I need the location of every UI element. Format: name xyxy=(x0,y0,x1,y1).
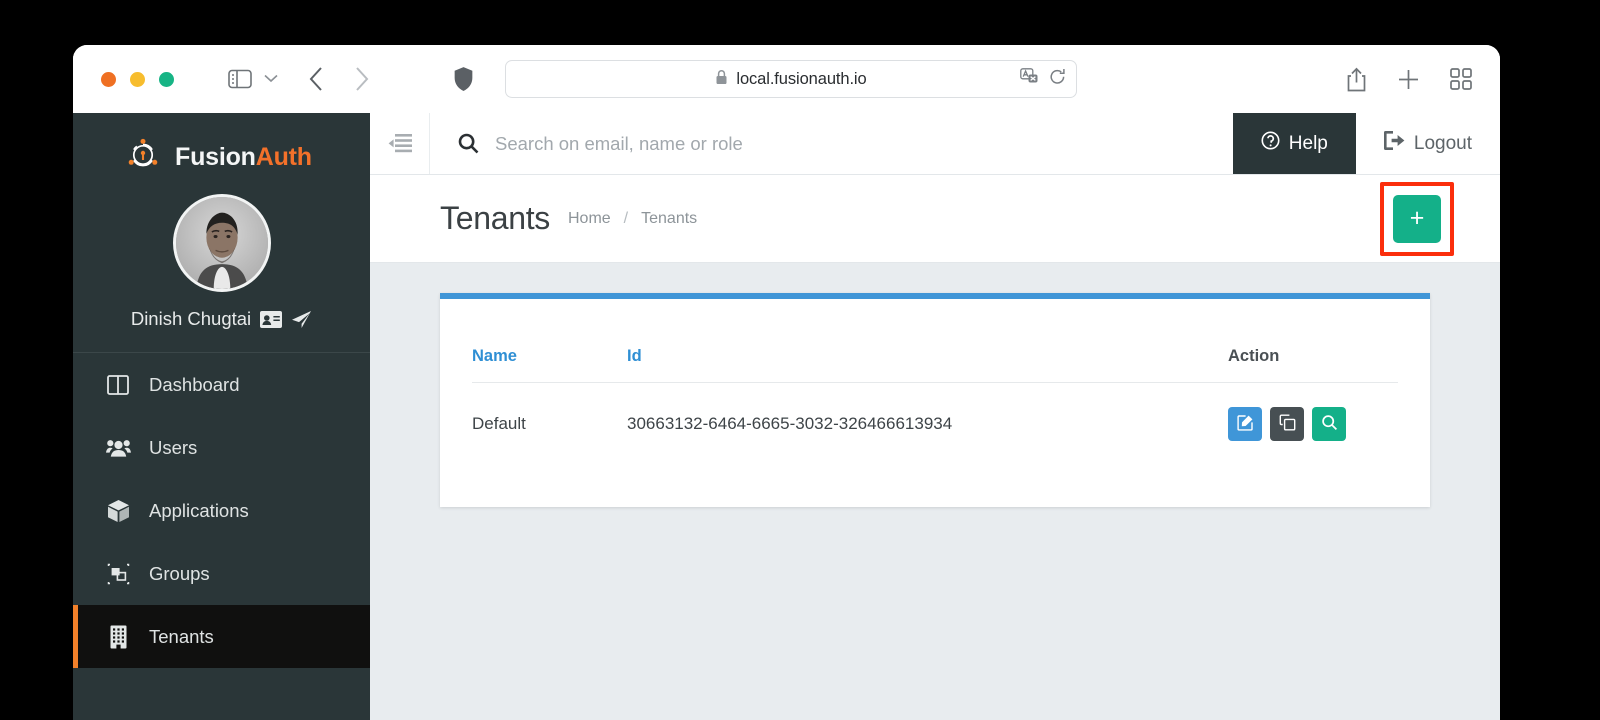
sidebar-item-groups[interactable]: Groups xyxy=(73,542,370,605)
search-input[interactable] xyxy=(495,132,1233,155)
padlock-icon xyxy=(715,69,728,90)
search-icon xyxy=(458,133,479,154)
content-area: Name Id Action Default 30663132-6464-666… xyxy=(370,263,1500,720)
help-label: Help xyxy=(1288,132,1328,154)
user-profile: Dinish Chugtai xyxy=(73,194,370,330)
minimize-button[interactable] xyxy=(130,71,145,87)
highlight-box: + xyxy=(1380,181,1454,256)
brand-logo[interactable]: FusionAuth xyxy=(73,113,370,180)
breadcrumb: Home / Tenants xyxy=(568,210,697,228)
breadcrumb-separator: / xyxy=(623,209,629,227)
sidebar-item-dashboard[interactable]: Dashboard xyxy=(73,353,370,416)
sidebar-item-applications[interactable]: Applications xyxy=(73,479,370,542)
logout-icon xyxy=(1383,131,1405,156)
logout-button[interactable]: Logout xyxy=(1355,113,1500,174)
close-button[interactable] xyxy=(101,71,116,87)
sidebar-item-label: Tenants xyxy=(149,625,214,647)
help-circle-icon xyxy=(1261,131,1280,156)
column-header-action: Action xyxy=(1228,299,1398,383)
table-body: Default 30663132-6464-6665-3032-32646661… xyxy=(472,383,1398,466)
column-header-id[interactable]: Id xyxy=(627,299,1228,383)
card-bottom-spacer xyxy=(472,465,1398,507)
address-bar[interactable]: local.fusionauth.io xyxy=(505,60,1077,98)
forward-icon[interactable] xyxy=(354,66,370,92)
new-tab-icon[interactable] xyxy=(1397,68,1420,91)
plus-icon: + xyxy=(1409,204,1425,232)
tenants-card: Name Id Action Default 30663132-6464-666… xyxy=(440,293,1430,507)
tab-overview-icon[interactable] xyxy=(1450,68,1472,90)
users-icon xyxy=(105,438,131,457)
cell-name: Default xyxy=(472,414,526,433)
search-area xyxy=(430,113,1233,174)
page-title: Tenants xyxy=(440,200,550,236)
help-button[interactable]: Help xyxy=(1232,113,1356,174)
fusionauth-logo-icon xyxy=(123,135,163,180)
breadcrumb-home[interactable]: Home xyxy=(568,210,611,228)
cell-id: 30663132-6464-6665-3032-326466613934 xyxy=(627,414,953,433)
sidebar-toggle-icon[interactable] xyxy=(228,69,252,89)
tenants-table: Name Id Action Default 30663132-6464-666… xyxy=(472,299,1398,465)
sidebar-item-label: Groups xyxy=(149,562,210,584)
cell-actions xyxy=(1228,383,1398,466)
top-bar: Help Logout xyxy=(370,113,1500,175)
add-tenant-zone: + xyxy=(1380,181,1454,256)
shield-icon[interactable] xyxy=(454,67,473,91)
collapse-sidebar-icon[interactable] xyxy=(370,113,430,174)
app-body: FusionAuth Dinish Chugtai Dashboard User… xyxy=(73,113,1500,720)
maximize-button[interactable] xyxy=(159,71,174,87)
table-header: Name Id Action xyxy=(472,299,1398,383)
column-header-name[interactable]: Name xyxy=(472,299,627,383)
brand-name-secondary: Auth xyxy=(255,143,312,171)
sidebar-item-label: Users xyxy=(149,436,198,458)
sidebar-nav: Dashboard Users Applications Groups Tena… xyxy=(73,353,370,668)
translate-icon[interactable] xyxy=(1020,68,1040,90)
back-icon[interactable] xyxy=(308,66,324,92)
chevron-down-icon[interactable] xyxy=(264,70,278,88)
address-bar-url: local.fusionauth.io xyxy=(736,69,867,88)
groups-icon xyxy=(105,563,131,585)
dashboard-icon xyxy=(105,374,131,395)
row-action-buttons xyxy=(1228,407,1398,441)
paper-plane-icon[interactable] xyxy=(291,310,312,329)
building-icon xyxy=(105,625,131,649)
browser-window: local.fusionauth.io FusionAuth Dinish Ch… xyxy=(73,45,1500,720)
screen: local.fusionauth.io FusionAuth Dinish Ch… xyxy=(0,0,1600,720)
brand-name-primary: Fusion xyxy=(175,143,256,171)
sidebar-item-label: Applications xyxy=(149,499,249,521)
window-controls[interactable] xyxy=(101,71,174,87)
duplicate-tenant-button[interactable] xyxy=(1270,407,1304,441)
logout-label: Logout xyxy=(1413,132,1472,154)
sidebar-item-tenants[interactable]: Tenants xyxy=(73,605,370,668)
user-name: Dinish Chugtai xyxy=(130,308,252,329)
main-area: Help Logout Tenants xyxy=(370,113,1500,720)
duplicate-icon xyxy=(1279,414,1296,434)
edit-icon xyxy=(1236,414,1254,434)
breadcrumb-current: Tenants xyxy=(641,209,698,227)
cube-icon xyxy=(105,499,131,523)
browser-actions xyxy=(1346,67,1472,92)
sidebar: FusionAuth Dinish Chugtai Dashboard User… xyxy=(73,113,370,720)
page-header: Tenants Home / Tenants + xyxy=(370,175,1500,263)
table-row[interactable]: Default 30663132-6464-6665-3032-32646661… xyxy=(472,383,1398,466)
edit-tenant-button[interactable] xyxy=(1228,407,1262,441)
reload-icon[interactable] xyxy=(1049,68,1066,91)
sidebar-item-users[interactable]: Users xyxy=(73,416,370,479)
avatar[interactable] xyxy=(172,194,271,292)
add-tenant-button[interactable]: + xyxy=(1393,194,1441,243)
view-tenant-button[interactable] xyxy=(1312,407,1346,441)
browser-toolbar: local.fusionauth.io xyxy=(73,45,1500,113)
share-icon[interactable] xyxy=(1346,67,1367,92)
sidebar-item-label: Dashboard xyxy=(149,373,240,395)
id-card-icon[interactable] xyxy=(260,310,283,328)
view-icon xyxy=(1321,414,1338,434)
